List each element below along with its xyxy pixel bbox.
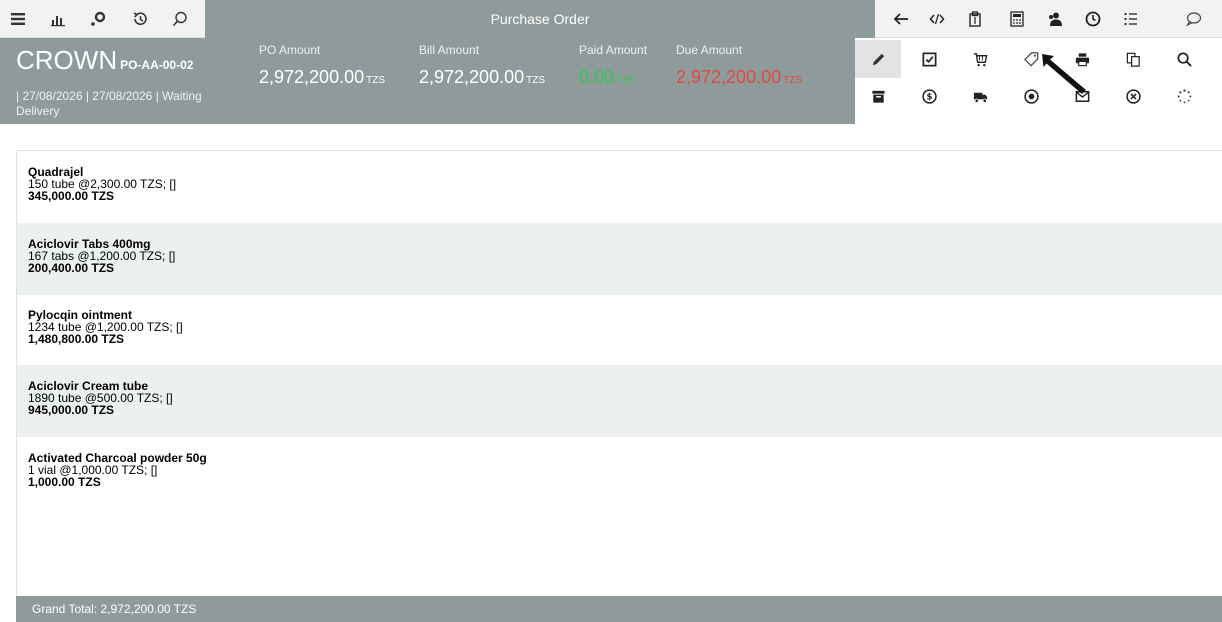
- bar-chart-icon[interactable]: [40, 0, 76, 38]
- clock-icon[interactable]: [1075, 0, 1111, 38]
- copy-icon[interactable]: [1110, 40, 1156, 78]
- top-toolbar: Purchase Order: [0, 0, 1222, 38]
- clipboard-icon[interactable]: [957, 0, 993, 38]
- item-total: 345,000.00 TZS: [28, 189, 115, 203]
- code-icon[interactable]: [919, 0, 955, 38]
- list-item[interactable]: Pylocqin ointment 1234 tube @1,200.00 TZ…: [17, 294, 1222, 366]
- back-arrow-icon[interactable]: [883, 0, 919, 38]
- bill-amount: Bill Amount 2,972,200.00 TZS: [419, 43, 545, 94]
- due-amount-value: 2,972,200.00: [676, 67, 782, 87]
- po-number: PO-AA-00-02: [120, 58, 194, 72]
- item-detail: 150 tube @2,300.00 TZS; []: [28, 177, 177, 191]
- list-item[interactable]: Quadrajel 150 tube @2,300.00 TZS; [] 345…: [17, 151, 1222, 223]
- paid-amount-currency: TZS: [616, 75, 635, 86]
- svg-text:$: $: [926, 92, 932, 102]
- item-total: 1,000.00 TZS: [28, 475, 101, 489]
- bill-amount-value: 2,972,200.00: [419, 67, 525, 87]
- list-icon[interactable]: [1113, 0, 1149, 38]
- checkbox-icon[interactable]: [906, 40, 952, 78]
- search-icon[interactable]: [162, 0, 198, 38]
- page-title: Purchase Order: [205, 0, 875, 38]
- due-amount-currency: TZS: [783, 75, 802, 86]
- truck-icon[interactable]: [957, 77, 1003, 115]
- grand-total-bar: Grand Total: 2,972,200.00 TZS: [16, 596, 1222, 622]
- order-summary-header: CROWN PO-AA-00-02 | 27/08/2026 | 27/08/20…: [0, 38, 855, 124]
- item-name: Aciclovir Cream tube: [28, 379, 149, 393]
- item-total: 200,400.00 TZS: [28, 261, 115, 275]
- item-total: 945,000.00 TZS: [28, 403, 115, 417]
- paid-amount-label: Paid Amount: [579, 43, 648, 57]
- paid-amount: Paid Amount 0.00 TZS: [579, 43, 647, 94]
- history-icon[interactable]: [122, 0, 158, 38]
- item-name: Activated Charcoal powder 50g: [28, 451, 207, 465]
- menu-icon[interactable]: [0, 0, 36, 38]
- po-amount-label: PO Amount: [259, 43, 321, 57]
- cursor-arrow-icon: [1042, 54, 1086, 94]
- bill-amount-label: Bill Amount: [419, 43, 480, 57]
- bill-amount-currency: TZS: [526, 75, 545, 86]
- toolbar-right-group: [875, 0, 1222, 38]
- spinner-icon[interactable]: [1161, 77, 1207, 115]
- item-detail: 1890 tube @500.00 TZS; []: [28, 391, 173, 405]
- item-detail: 1234 tube @1,200.00 TZS; []: [28, 320, 183, 334]
- dollar-icon[interactable]: $: [906, 77, 952, 115]
- list-item[interactable]: Aciclovir Cream tube 1890 tube @500.00 T…: [17, 365, 1222, 437]
- item-detail: 167 tabs @1,200.00 TZS; []: [28, 249, 176, 263]
- due-amount-label: Due Amount: [676, 43, 743, 57]
- item-total: 1,480,800.00 TZS: [28, 332, 125, 346]
- toolbar-left-group: [0, 0, 205, 38]
- item-detail: 1 vial @1,000.00 TZS; []: [28, 463, 158, 477]
- comment-icon[interactable]: [1175, 0, 1211, 38]
- paid-amount-value: 0.00: [579, 67, 615, 87]
- list-item[interactable]: Activated Charcoal powder 50g 1 vial @1,…: [17, 437, 1222, 509]
- item-name: Aciclovir Tabs 400mg: [28, 237, 151, 251]
- due-amount: Due Amount 2,972,200.00 TZS: [676, 43, 802, 94]
- order-items-list: Quadrajel 150 tube @2,300.00 TZS; [] 345…: [16, 150, 1222, 596]
- search-icon[interactable]: [1161, 40, 1207, 78]
- archive-icon[interactable]: [855, 77, 901, 115]
- po-amount-value: 2,972,200.00: [259, 67, 365, 87]
- supplier-name: CROWN: [16, 45, 118, 75]
- calculator-icon[interactable]: [999, 0, 1035, 38]
- order-meta: | 27/08/2026 | 27/08/2026 | Waiting Deli…: [16, 89, 202, 118]
- settings-icon[interactable]: [80, 0, 116, 38]
- item-name: Pylocqin ointment: [28, 308, 133, 322]
- edit-icon[interactable]: [855, 40, 901, 78]
- cancel-icon[interactable]: [1110, 77, 1156, 115]
- po-amount: PO Amount 2,972,200.00 TZS: [259, 43, 385, 94]
- supplier-heading: CROWN PO-AA-00-02: [16, 43, 193, 82]
- cart-icon[interactable]: [957, 40, 1003, 78]
- users-icon[interactable]: [1037, 0, 1073, 38]
- item-name: Quadrajel: [28, 165, 84, 179]
- po-amount-currency: TZS: [366, 75, 385, 86]
- list-item[interactable]: Aciclovir Tabs 400mg 167 tabs @1,200.00 …: [17, 223, 1222, 295]
